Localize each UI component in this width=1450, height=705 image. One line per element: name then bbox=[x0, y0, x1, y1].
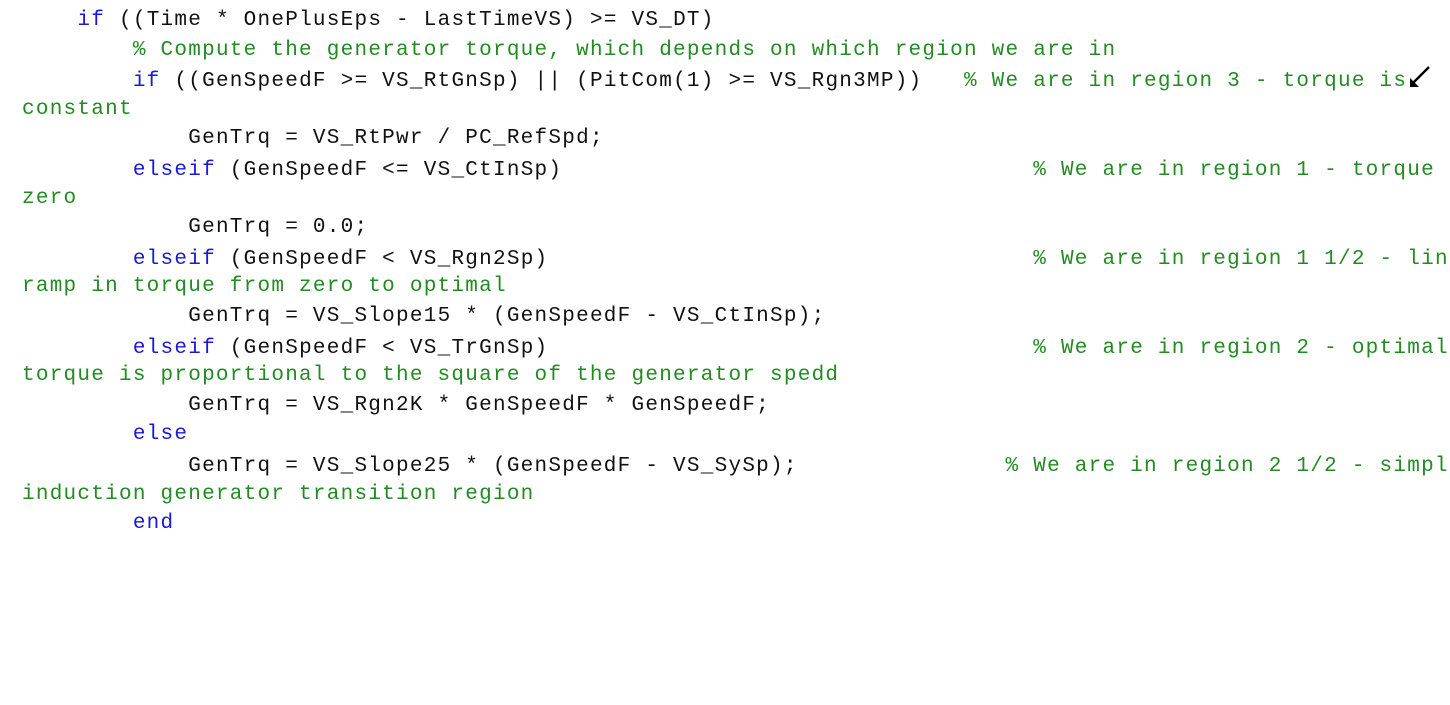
code-line[interactable]: ramp in torque from zero to optimal bbox=[22, 272, 1450, 302]
comment: ramp in torque from zero to optimal bbox=[22, 275, 507, 299]
comment: induction generator transition region bbox=[22, 482, 535, 506]
keyword: elseif bbox=[132, 336, 216, 360]
comment: % We are in region 2 - optimal bbox=[1033, 336, 1449, 360]
comment: % We are in region 2 1/2 - simple bbox=[1005, 454, 1450, 478]
code-line[interactable]: % Compute the generator torque, which de… bbox=[22, 36, 1450, 66]
code-line[interactable]: end bbox=[22, 509, 1450, 539]
comment: % We are in region 1 1/2 - linear bbox=[1033, 247, 1450, 271]
code-line[interactable]: GenTrq = 0.0; bbox=[22, 213, 1450, 243]
code-line[interactable]: elseif (GenSpeedF < VS_Rgn2Sp) % We are … bbox=[22, 243, 1450, 273]
code-editor[interactable]: if ((Time * OnePlusEps - LastTimeVS) >= … bbox=[0, 0, 1450, 705]
code-text: ((GenSpeedF >= VS_RtGnSp) || (PitCom(1) … bbox=[160, 70, 964, 94]
code-text: (GenSpeedF < VS_TrGnSp) bbox=[215, 336, 1034, 360]
code-text: GenTrq = VS_Slope25 * (GenSpeedF - VS_Sy… bbox=[188, 454, 1006, 478]
keyword: else bbox=[132, 423, 189, 447]
code-text: (GenSpeedF <= VS_CtInSp) bbox=[215, 158, 1034, 182]
code-line[interactable]: GenTrq = VS_Slope25 * (GenSpeedF - VS_Sy… bbox=[22, 450, 1450, 480]
code-line[interactable]: induction generator transition region bbox=[22, 480, 1450, 510]
line-wrap-arrow-icon bbox=[1408, 65, 1432, 89]
code-line[interactable]: constant bbox=[22, 95, 1450, 125]
code-line[interactable]: torque is proportional to the square of … bbox=[22, 361, 1450, 391]
code-line[interactable]: elseif (GenSpeedF <= VS_CtInSp) % We are… bbox=[22, 154, 1450, 184]
code-line[interactable]: elseif (GenSpeedF < VS_TrGnSp) % We are … bbox=[22, 332, 1450, 362]
comment: % We are in region 3 - torque is bbox=[963, 70, 1408, 94]
code-text: GenTrq = VS_RtPwr / PC_RefSpd; bbox=[188, 127, 604, 151]
comment: torque is proportional to the square of … bbox=[22, 364, 840, 388]
code-line[interactable]: else bbox=[22, 420, 1450, 450]
keyword: if bbox=[132, 70, 161, 94]
keyword: if bbox=[77, 9, 106, 32]
code-line[interactable]: if ((GenSpeedF >= VS_RtGnSp) || (PitCom(… bbox=[22, 65, 1450, 95]
code-text: GenTrq = 0.0; bbox=[188, 216, 369, 240]
keyword: elseif bbox=[132, 158, 216, 182]
code-text: GenTrq = VS_Slope15 * (GenSpeedF - VS_Ct… bbox=[188, 304, 826, 328]
code-text: GenTrq = VS_Rgn2K * GenSpeedF * GenSpeed… bbox=[188, 393, 771, 417]
comment: constant bbox=[22, 97, 133, 121]
code-line[interactable]: if ((Time * OnePlusEps - LastTimeVS) >= … bbox=[22, 6, 1450, 36]
keyword: end bbox=[132, 512, 175, 536]
code-line[interactable]: GenTrq = VS_Rgn2K * GenSpeedF * GenSpeed… bbox=[22, 391, 1450, 421]
code-text: ((Time * OnePlusEps - LastTimeVS) >= VS_… bbox=[105, 9, 715, 32]
keyword: elseif bbox=[132, 247, 216, 271]
comment: % We are in region 1 - torque is bbox=[1033, 158, 1450, 182]
comment: % Compute the generator torque, which de… bbox=[132, 38, 1117, 62]
code-line[interactable]: GenTrq = VS_Slope15 * (GenSpeedF - VS_Ct… bbox=[22, 302, 1450, 332]
code-text: (GenSpeedF < VS_Rgn2Sp) bbox=[215, 247, 1034, 271]
code-line[interactable]: zero bbox=[22, 184, 1450, 214]
comment: zero bbox=[22, 186, 78, 210]
code-line[interactable]: GenTrq = VS_RtPwr / PC_RefSpd; bbox=[22, 124, 1450, 154]
